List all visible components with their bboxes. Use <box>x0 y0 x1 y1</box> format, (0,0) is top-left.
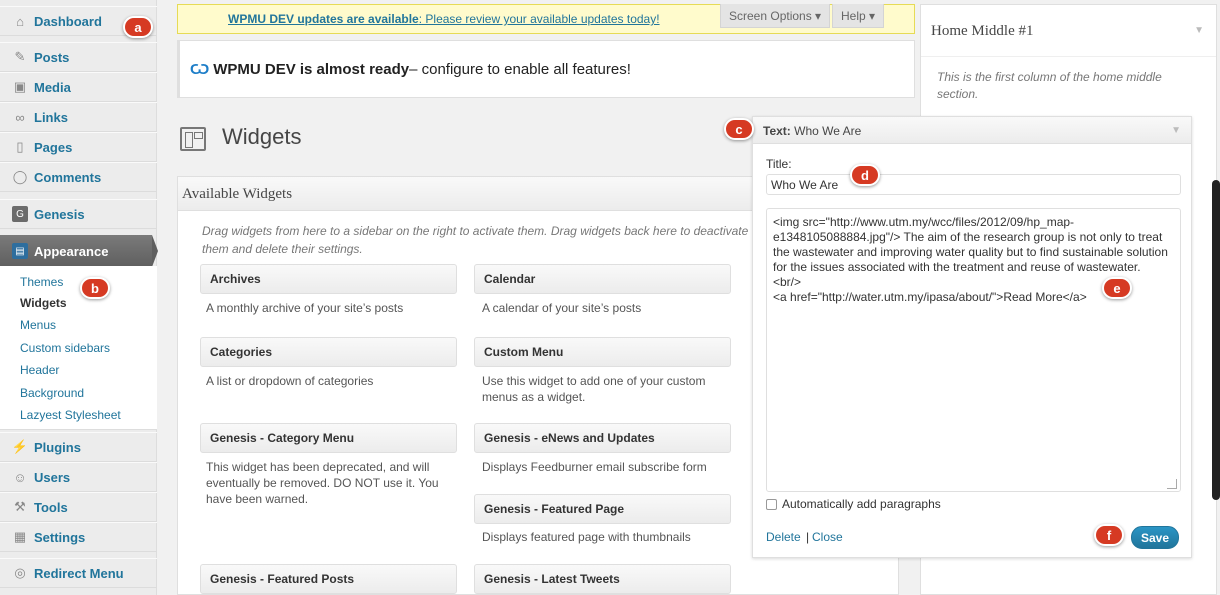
media-icon: ▣ <box>13 79 27 94</box>
submenu-header[interactable]: Header <box>20 363 59 377</box>
wpmu-dev-banner[interactable]: Ѡ WPMU DEV is almost ready – configure t… <box>177 40 915 98</box>
widgets-page-icon <box>180 127 206 151</box>
auto-paragraphs-label: Automatically add paragraphs <box>782 497 941 511</box>
widget-genesis-featured-page[interactable]: Genesis - Featured Page <box>474 494 731 524</box>
menu-pages[interactable]: ▯ Pages <box>0 132 157 162</box>
appearance-icon: ▤ <box>12 243 28 259</box>
auto-paragraphs-checkbox[interactable] <box>766 498 777 510</box>
redirect-icon: ◎ <box>14 565 26 580</box>
link-separator: | <box>806 530 810 544</box>
marker-a: a <box>123 16 153 38</box>
text-widget-header[interactable]: Text: Who We Are ▼ <box>753 117 1191 144</box>
submenu-custom-sidebars[interactable]: Custom sidebars <box>20 341 110 355</box>
widget-calendar-desc: A calendar of your site’s posts <box>482 301 642 315</box>
widget-genesis-featured-page-desc: Displays featured page with thumbnails <box>482 530 691 544</box>
delete-link[interactable]: Delete <box>766 530 801 544</box>
text-widget-type: Text: <box>763 124 791 138</box>
close-link[interactable]: Close <box>812 530 843 544</box>
widget-archives[interactable]: Archives <box>200 264 457 294</box>
menu-genesis[interactable]: G Genesis <box>0 199 157 229</box>
resize-handle-icon[interactable] <box>1167 479 1177 489</box>
marker-b: b <box>80 277 110 299</box>
tools-icon: ⚒ <box>14 499 26 514</box>
home-icon: ⌂ <box>16 13 24 29</box>
link-icon: ∞ <box>15 109 25 125</box>
menu-comments[interactable]: ◯ Comments <box>0 162 157 192</box>
menu-redirect[interactable]: ◎ Redirect Menu <box>0 558 157 588</box>
submenu-lazyest-stylesheet[interactable]: Lazyest Stylesheet <box>20 408 121 422</box>
help-tab[interactable]: Help ▾ <box>832 4 885 28</box>
text-widget-panel: Text: Who We Are ▼ Title: Who We Are <img… <box>752 116 1192 558</box>
title-label: Title: <box>766 157 792 171</box>
users-icon: ☺ <box>13 469 27 485</box>
widget-genesis-enews[interactable]: Genesis - eNews and Updates <box>474 423 731 453</box>
submenu-themes[interactable]: Themes <box>20 275 63 289</box>
menu-tools[interactable]: ⚒ Tools <box>0 492 157 522</box>
widget-genesis-latest-tweets[interactable]: Genesis - Latest Tweets <box>474 564 731 594</box>
widget-genesis-category-menu-desc: This widget has been deprecated, and wil… <box>206 460 439 506</box>
widget-categories[interactable]: Categories <box>200 337 457 367</box>
menu-users[interactable]: ☺ Users <box>0 462 157 492</box>
text-content-textarea[interactable]: <img src="http://www.utm.my/wcc/files/20… <box>766 208 1181 492</box>
menu-settings[interactable]: ▦ Settings <box>0 522 157 552</box>
widget-custom-menu[interactable]: Custom Menu <box>474 337 731 367</box>
widget-genesis-category-menu[interactable]: Genesis - Category Menu <box>200 423 457 453</box>
pushpin-icon: ✎ <box>14 49 26 64</box>
plugin-icon: ⚡ <box>11 439 29 454</box>
appearance-submenu: Themes Widgets Menus Custom sidebars Hea… <box>0 266 157 430</box>
current-menu-arrow <box>152 235 158 267</box>
submenu-menus[interactable]: Menus <box>20 318 56 332</box>
widget-categories-desc: A list or dropdown of categories <box>206 374 374 388</box>
screen-options-tab[interactable]: Screen Options ▾ <box>720 4 831 28</box>
widget-genesis-enews-desc: Displays Feedburner email subscribe form <box>482 460 707 474</box>
available-widgets-heading: Available Widgets <box>182 186 293 202</box>
settings-icon: ▦ <box>13 529 27 544</box>
menu-plugins[interactable]: ⚡ Plugins <box>0 432 157 462</box>
submenu-background[interactable]: Background <box>20 386 84 400</box>
save-button[interactable]: Save <box>1131 526 1179 549</box>
page-icon: ▯ <box>16 139 24 154</box>
banner-text: – configure to enable all features! <box>409 60 631 78</box>
home-middle-description: This is the first column of the home mid… <box>937 70 1162 101</box>
scrollbar[interactable] <box>1212 180 1220 500</box>
page-title: Widgets <box>222 124 302 149</box>
auto-paragraphs-option[interactable]: Automatically add paragraphs <box>766 497 941 511</box>
widget-archives-desc: A monthly archive of your site’s posts <box>206 301 404 315</box>
genesis-icon: G <box>12 206 28 222</box>
marker-d: d <box>850 164 880 186</box>
collapse-arrow-icon[interactable]: ▼ <box>1171 125 1181 136</box>
widget-custom-menu-desc: Use this widget to add one of your custo… <box>482 374 706 404</box>
marker-f: f <box>1094 524 1124 546</box>
menu-appearance[interactable]: ▤ Appearance <box>0 235 152 267</box>
collapse-arrow-icon[interactable]: ▼ <box>1194 25 1204 36</box>
admin-sidebar: ⌂ Dashboard ✎ Posts ▣ Media ∞ Links ▯ Pages ◯… <box>0 0 158 595</box>
menu-posts[interactable]: ✎ Posts <box>0 42 157 72</box>
marker-e: e <box>1102 277 1132 299</box>
home-middle-header[interactable]: Home Middle #1 ▼ <box>921 5 1216 57</box>
wp-admin-screen: ⌂ Dashboard ✎ Posts ▣ Media ∞ Links ▯ Pages ◯… <box>0 0 1220 595</box>
banner-bold-text: WPMU DEV is almost ready <box>213 60 410 78</box>
marker-c: c <box>724 118 754 140</box>
submenu-widgets[interactable]: Widgets <box>20 296 67 310</box>
home-middle-title: Home Middle #1 <box>931 23 1034 39</box>
widget-genesis-featured-posts[interactable]: Genesis - Featured Posts <box>200 564 457 594</box>
available-widgets-description: Drag widgets from here to a sidebar on t… <box>202 224 749 256</box>
widget-calendar[interactable]: Calendar <box>474 264 731 294</box>
notice-link-bold[interactable]: WPMU DEV updates are available <box>228 12 419 26</box>
menu-media[interactable]: ▣ Media <box>0 72 157 102</box>
menu-links[interactable]: ∞ Links <box>0 102 157 132</box>
notice-link-text[interactable]: : Please review your available updates t… <box>419 12 660 26</box>
comment-icon: ◯ <box>12 169 28 184</box>
wpmu-logo-icon: Ѡ <box>190 60 210 78</box>
title-input[interactable]: Who We Are <box>766 174 1181 195</box>
text-widget-head-title: Who We Are <box>790 124 862 138</box>
